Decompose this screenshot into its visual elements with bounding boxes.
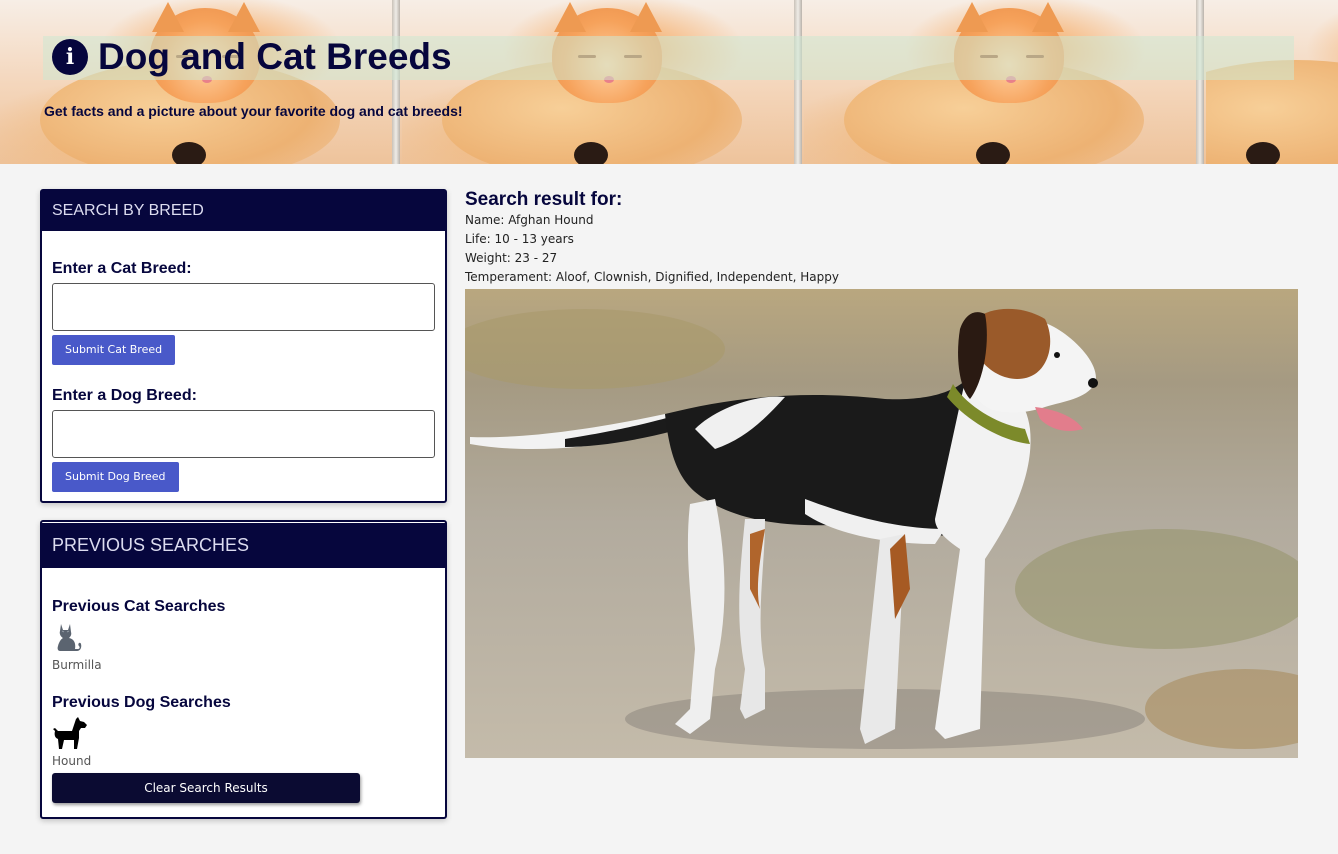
banner-image-tile <box>402 0 804 164</box>
submit-cat-breed-button[interactable]: Submit Cat Breed <box>52 335 176 365</box>
previous-cat-label: Burmilla <box>52 658 102 672</box>
page-title-text: Dog and Cat Breeds <box>98 36 452 77</box>
previous-dog-label: Hound <box>52 754 92 768</box>
previous-dog-item[interactable] <box>52 716 435 750</box>
previous-cat-heading: Previous Cat Searches <box>52 598 226 615</box>
search-card-header: SEARCH BY BREED <box>42 191 445 231</box>
dog-icon <box>53 717 87 749</box>
banner-image-tile <box>1206 0 1338 164</box>
page-subtitle: Get facts and a picture about your favor… <box>44 103 463 119</box>
dog-breed-input[interactable] <box>52 410 435 458</box>
result-heading: Search result for: <box>465 189 623 210</box>
result-temperament: Temperament: Aloof, Clownish, Dignified,… <box>465 270 839 284</box>
breed-photo <box>465 289 1298 758</box>
clear-search-results-button[interactable]: Clear Search Results <box>52 773 360 803</box>
result-name: Name: Afghan Hound <box>465 213 594 227</box>
hero-banner: i Dog and Cat Breeds Get facts and a pic… <box>0 0 1338 164</box>
search-by-breed-card: SEARCH BY BREED Enter a Cat Breed: Submi… <box>40 189 447 503</box>
submit-dog-breed-button[interactable]: Submit Dog Breed <box>52 462 179 492</box>
cat-icon <box>57 624 82 651</box>
cat-breed-input[interactable] <box>52 283 435 331</box>
result-life: Life: 10 - 13 years <box>465 232 574 246</box>
banner-image-tile <box>804 0 1206 164</box>
previous-dog-heading: Previous Dog Searches <box>52 694 231 711</box>
search-result: Search result for: Name: Afghan Hound Li… <box>465 189 839 287</box>
previous-card-header: PREVIOUS SEARCHES <box>42 523 445 568</box>
banner-image-tile <box>0 0 402 164</box>
previous-searches-card: PREVIOUS SEARCHES Previous Cat Searches … <box>40 520 447 819</box>
page-title: i Dog and Cat Breeds <box>52 36 452 78</box>
cat-breed-label: Enter a Cat Breed: <box>52 260 192 277</box>
result-weight: Weight: 23 - 27 <box>465 251 558 265</box>
previous-cat-item[interactable] <box>52 622 435 652</box>
dog-breed-label: Enter a Dog Breed: <box>52 387 197 404</box>
info-circle-icon: i <box>52 39 88 75</box>
